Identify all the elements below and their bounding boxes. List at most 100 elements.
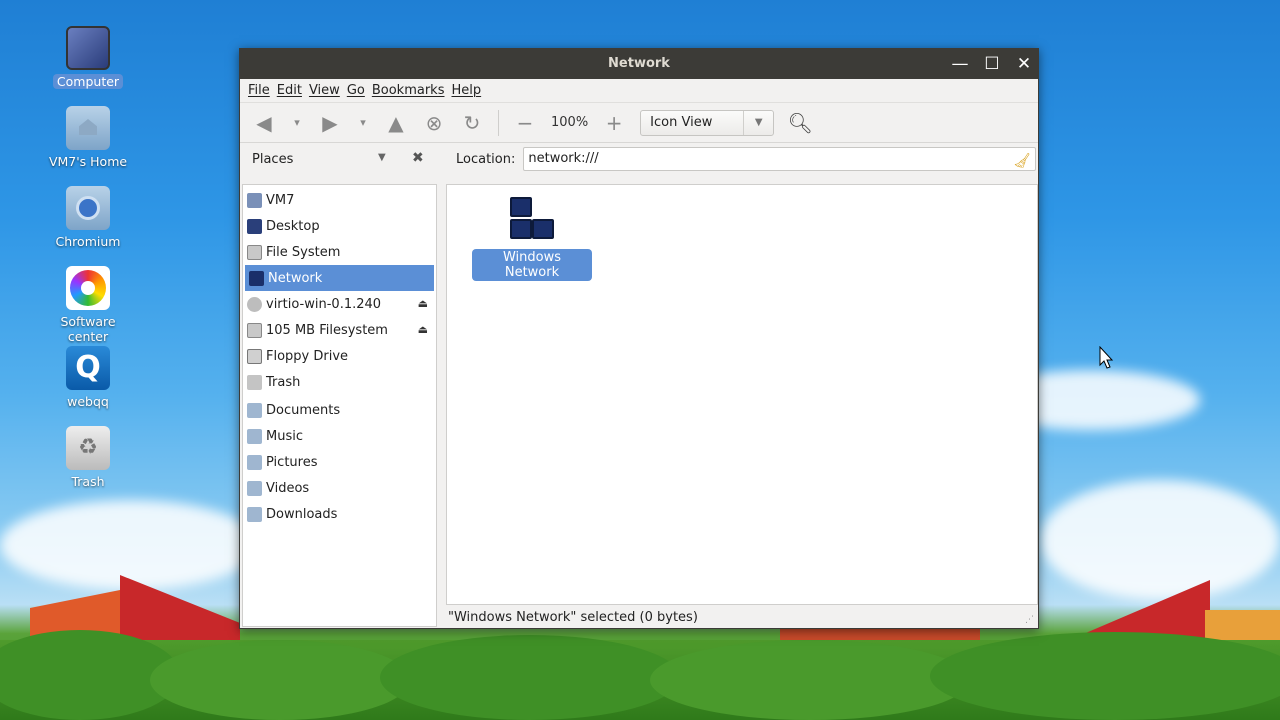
folder-icon [247,402,262,418]
sidebar-item-label: Pictures [266,454,318,470]
minimize-button[interactable]: — [950,54,970,74]
sidebar-item-label: Floppy Drive [266,348,349,364]
desktop-icon-label: VM7's Home [48,154,128,169]
stop-icon: ⊗ [425,110,443,135]
mouse-pointer-icon [1099,346,1114,369]
forward-button[interactable]: ▶ [318,111,342,135]
desktop-icon-label: Trash [71,474,105,489]
menu-help[interactable]: Help [451,83,481,98]
sidebar-item-label: Downloads [266,506,338,522]
menu-view[interactable]: View [309,83,340,98]
desktop-icon-home[interactable]: VM7's Home [36,106,140,170]
sidebar-item-desktop[interactable]: Desktop [243,213,436,239]
desktop-icon-label: Chromium [55,234,121,249]
software-center-icon [66,266,110,310]
folder-icon [247,480,262,496]
maximize-button[interactable]: ☐ [982,54,1002,74]
toolbar: ◀ ▾ ▶ ▾ ▲ ⊗ ↻ − 100% + Icon View ▼ 🔍︎ [240,103,1038,143]
back-button[interactable]: ◀ [252,111,276,135]
desktop-icon-label: Computer [52,74,124,89]
view-mode-select[interactable]: Icon View ▼ [640,109,775,136]
desktop-icon-chromium[interactable]: Chromium [36,186,140,250]
sidebar-item-vm7[interactable]: VM7 [243,187,436,213]
menu-bar: File Edit View Go Bookmarks Help [240,79,1038,103]
resize-grip-icon[interactable]: ⋰ [1025,615,1034,625]
zoom-in-button[interactable]: + [602,111,626,135]
chevron-down-icon: ▾ [360,116,366,129]
desktop-icon-computer[interactable]: Computer [36,26,140,90]
back-arrow-icon: ◀ [256,110,272,135]
sidebar-item-pictures[interactable]: Pictures [243,449,436,475]
bush [930,632,1280,720]
clear-location-icon[interactable]: 🧹︎ [1013,150,1031,172]
sidebar-item-label: File System [266,244,341,260]
menu-go[interactable]: Go [347,83,365,98]
zoom-out-button[interactable]: − [513,111,537,135]
eject-icon[interactable]: ⏏ [418,297,428,310]
sidebar-item-label: Trash [266,374,301,390]
stop-button[interactable]: ⊗ [422,111,446,135]
cloud [0,500,260,590]
status-bar: "Windows Network" selected (0 bytes) [446,607,1036,629]
location-bar: Location: network:/// 🧹︎ [446,144,1036,174]
title-bar[interactable]: Network — ☐ ✕ [240,49,1038,79]
window-title: Network [608,56,670,71]
close-sidebar-icon[interactable]: ✖ [412,150,424,166]
chevron-down-icon: ▾ [294,116,300,129]
location-value: network:/// [528,151,599,166]
sidebar-item-label: Music [266,428,303,444]
sidebar-item-label: Desktop [266,218,320,234]
desktop-icon-trash[interactable]: ♻ Trash [36,426,140,490]
sidebar-item-label: 105 MB Filesystem [266,322,388,338]
file-item-windows-network[interactable]: Windows Network [472,197,592,281]
places-header[interactable]: Places ▼ ✖ [240,144,440,174]
sidebar-item-network[interactable]: Network [245,265,434,291]
sidebar-item-file-system[interactable]: File System [243,239,436,265]
sidebar-item-music[interactable]: Music [243,423,436,449]
sidebar-item-videos[interactable]: Videos [243,475,436,501]
desktop-icon-software-center[interactable]: Software center [36,266,140,345]
drive-icon [247,244,262,260]
menu-file[interactable]: File [248,83,270,98]
forward-history-button[interactable]: ▾ [356,111,370,135]
up-arrow-icon: ▲ [388,110,404,135]
search-button[interactable]: 🔍︎ [787,110,813,135]
reload-button[interactable]: ↻ [460,111,484,135]
menu-edit[interactable]: Edit [277,83,302,98]
location-label: Location: [456,151,516,167]
desktop-icon-webqq[interactable]: Q webqq [36,346,140,410]
status-text: "Windows Network" selected (0 bytes) [448,610,698,625]
menu-bookmarks[interactable]: Bookmarks [372,83,445,98]
drive-icon [247,322,262,338]
plus-icon: + [605,110,623,135]
eject-icon[interactable]: ⏏ [418,323,428,336]
chevron-down-icon[interactable]: ▼ [378,152,386,163]
sidebar-item-floppy[interactable]: Floppy Drive [243,343,436,369]
sidebar-item-label: Videos [266,480,310,496]
sidebar-item-downloads[interactable]: Downloads [243,501,436,527]
trash-icon [247,374,262,390]
sidebar-item-label: Documents [266,402,341,418]
sidebar-item-105mb[interactable]: 105 MB Filesystem ⏏ [243,317,436,343]
zoom-level: 100% [551,115,589,130]
desktop-icon [247,218,262,234]
sidebar-item-trash[interactable]: Trash [243,369,436,395]
bush [380,635,680,720]
chevron-down-icon: ▼ [743,110,773,135]
trash-icon: ♻ [66,426,110,470]
back-history-button[interactable]: ▾ [290,111,304,135]
file-view[interactable]: Windows Network [446,184,1038,605]
search-icon: 🔍︎ [787,110,813,135]
file-manager-window: Network — ☐ ✕ File Edit View Go Bookmark… [239,48,1039,629]
location-input[interactable]: network:/// 🧹︎ [523,147,1036,171]
minus-icon: − [516,110,534,135]
sidebar-item-documents[interactable]: Documents [243,397,436,423]
chromium-icon [66,186,110,230]
file-item-label: Windows Network [472,249,592,281]
desktop-icon-label: Software center [60,314,116,344]
sidebar-item-virtio[interactable]: virtio-win-0.1.240 ⏏ [243,291,436,317]
cloud [1040,480,1280,600]
close-button[interactable]: ✕ [1014,54,1034,74]
toolbar-separator [498,109,499,136]
up-button[interactable]: ▲ [384,111,408,135]
